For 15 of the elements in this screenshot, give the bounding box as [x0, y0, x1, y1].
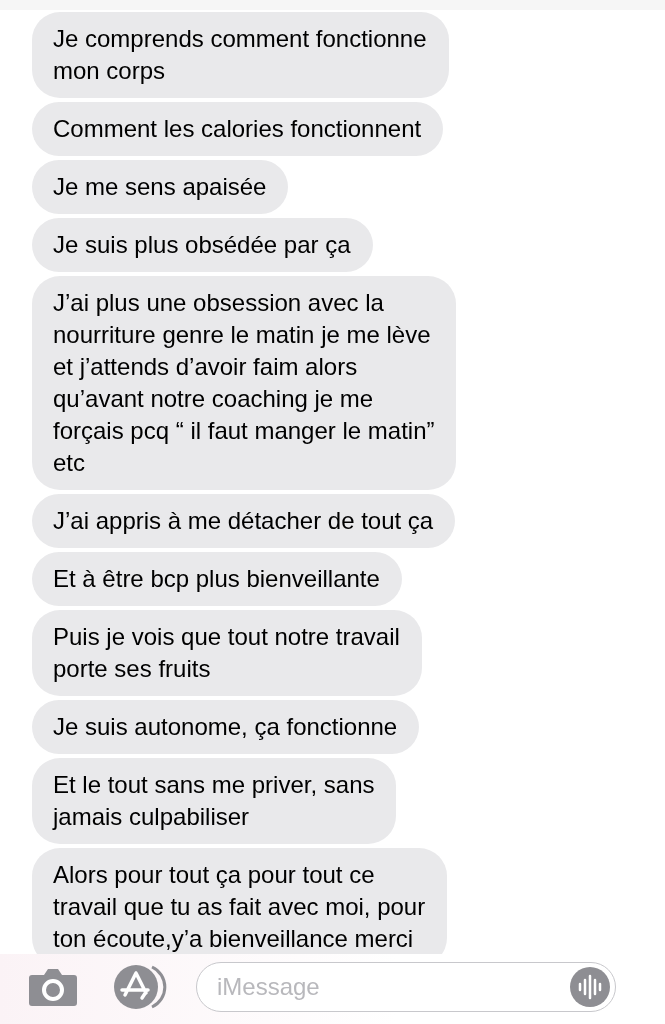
message-bubble: Et à être bcp plus bienveillante [32, 552, 402, 606]
message-bubble: Alors pour tout ça pour tout ce travail que tu as fait avec moi, pour ton écoute,y’a bienveillance merci [32, 848, 448, 954]
message-bubble: Je suis plus obsédée par ça [32, 218, 373, 272]
camera-icon[interactable] [28, 967, 78, 1007]
message-bubble: Comment les calories fonctionnent [32, 102, 444, 156]
message-bubble: J’ai plus une obsession avec la nourriture genre le matin je me lève et j’attends d’avoir faim alors qu’avant notre coaching je me forçais pcq “ il faut manger le matin” etc [32, 276, 457, 490]
message-bubble: Je comprends comment fonctionne mon corps [32, 12, 449, 98]
message-bubble: Je me sens apaisée [32, 160, 289, 214]
audio-wave-icon[interactable] [570, 967, 610, 1007]
message-bubble: Je suis autonome, ça fonctionne [32, 700, 420, 754]
message-field[interactable]: iMessage [196, 962, 616, 1012]
message-bubble: Puis je vois que tout notre travail porte ses fruits [32, 610, 422, 696]
message-bubble: J’ai appris à me détacher de tout ça [32, 494, 456, 548]
message-bubble: Et le tout sans me priver, sans jamais culpabiliser [32, 758, 397, 844]
app-store-icon[interactable] [112, 962, 168, 1012]
